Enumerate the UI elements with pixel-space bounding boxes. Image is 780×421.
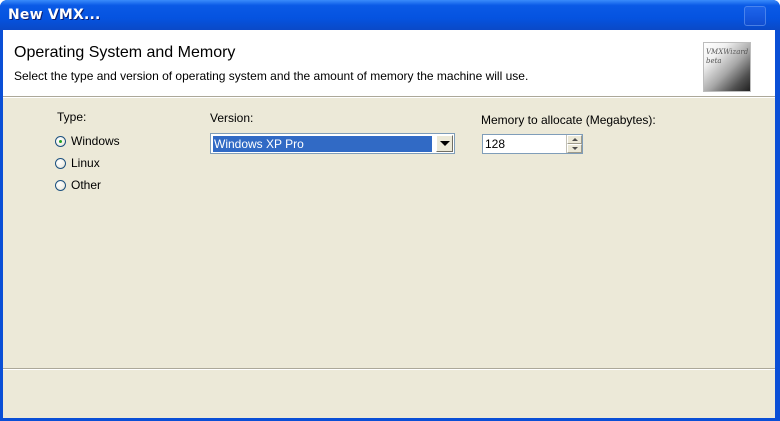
spinner-buttons [566, 135, 582, 153]
dropdown-arrow-button[interactable] [436, 135, 453, 152]
wizard-logo: VMXWizard beta [703, 42, 751, 92]
logo-subtext: beta [706, 57, 722, 65]
window-control-button[interactable] [744, 6, 766, 26]
footer-divider-highlight [3, 369, 775, 370]
spinner-down-button[interactable] [567, 144, 582, 153]
page-heading: Operating System and Memory [14, 44, 236, 61]
page-description: Select the type and version of operating… [14, 69, 529, 83]
version-selected-value[interactable]: Windows XP Pro [213, 136, 432, 152]
memory-label: Memory to allocate (Megabytes): [481, 113, 656, 127]
version-label: Version: [210, 111, 254, 125]
memory-spinner[interactable]: 128 [482, 134, 583, 154]
dialog-client-area: Operating System and Memory Select the t… [3, 30, 775, 418]
version-dropdown[interactable]: Windows XP Pro [210, 133, 455, 154]
spinner-up-button[interactable] [567, 135, 582, 144]
logo-text: VMXWizard [706, 48, 749, 56]
header-divider [3, 97, 775, 98]
radio-button[interactable] [55, 158, 66, 169]
radio-button-checked[interactable] [55, 136, 66, 147]
memory-value[interactable]: 128 [485, 137, 505, 151]
radio-windows-label[interactable]: Windows [71, 134, 120, 148]
arrow-up-icon [572, 138, 578, 141]
type-label: Type: [57, 110, 87, 124]
arrow-down-icon [572, 147, 578, 150]
window-title: New VMX... [8, 7, 101, 23]
wizard-window: New VMX... Operating System and Memory S… [0, 0, 780, 421]
title-bar[interactable]: New VMX... [0, 0, 780, 30]
radio-linux-label[interactable]: Linux [71, 156, 100, 170]
chevron-down-icon [440, 141, 450, 146]
wizard-header-banner: Operating System and Memory Select the t… [3, 30, 775, 97]
radio-check-dot [59, 140, 62, 143]
radio-button[interactable] [55, 180, 66, 191]
radio-other-label[interactable]: Other [71, 178, 101, 192]
